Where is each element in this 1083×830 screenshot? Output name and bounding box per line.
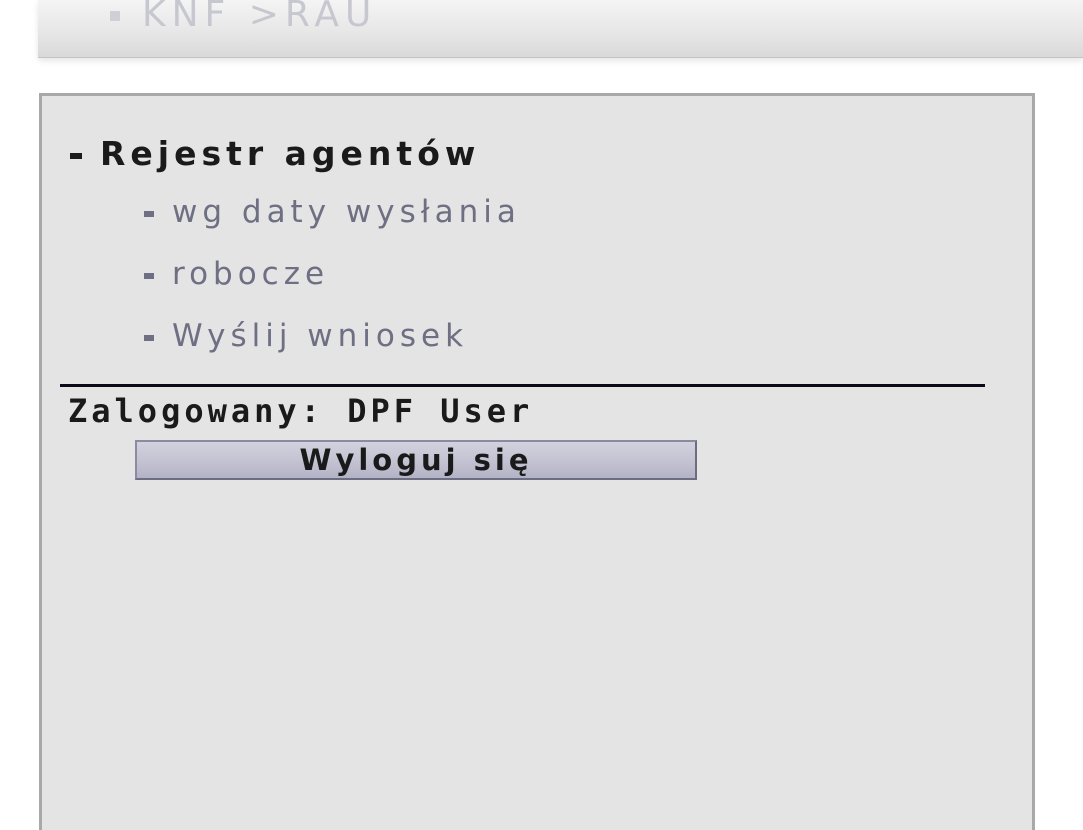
bullet-icon: [70, 152, 82, 159]
menu-subitem-robocze[interactable]: robocze: [144, 256, 329, 292]
logged-in-user-label: Zalogowany: DPF User: [68, 392, 534, 430]
bullet-icon: [144, 210, 154, 217]
bullet-icon: [144, 272, 154, 279]
menu-subitem-label: wg daty wysłania: [172, 194, 521, 230]
bullet-icon: [144, 334, 154, 341]
navigation-panel: Rejestr agentów wg daty wysłania robocze…: [39, 93, 1035, 830]
menu-subitem-wg-daty-wyslania[interactable]: wg daty wysłania: [144, 194, 521, 230]
breadcrumb-label: KNF >RAU: [142, 0, 378, 35]
menu-subitem-label: Wyślij wniosek: [172, 318, 469, 354]
menu-divider: [60, 384, 985, 387]
menu-subitem-label: robocze: [172, 256, 330, 292]
app-frame: KNF >RAU Rejestr agentów wg daty wysłani…: [0, 0, 1083, 830]
top-bar: KNF >RAU: [38, 0, 1083, 58]
menu-subitem-wyslij-wniosek[interactable]: Wyślij wniosek: [144, 318, 468, 354]
menu-item-rejestr-agentow[interactable]: Rejestr agentów: [70, 134, 480, 173]
breadcrumb-link-knf-rau[interactable]: KNF >RAU: [110, 0, 377, 35]
logout-button[interactable]: Wyloguj się: [135, 440, 697, 480]
bullet-icon: [110, 11, 120, 21]
menu-item-label: Rejestr agentów: [100, 134, 481, 173]
